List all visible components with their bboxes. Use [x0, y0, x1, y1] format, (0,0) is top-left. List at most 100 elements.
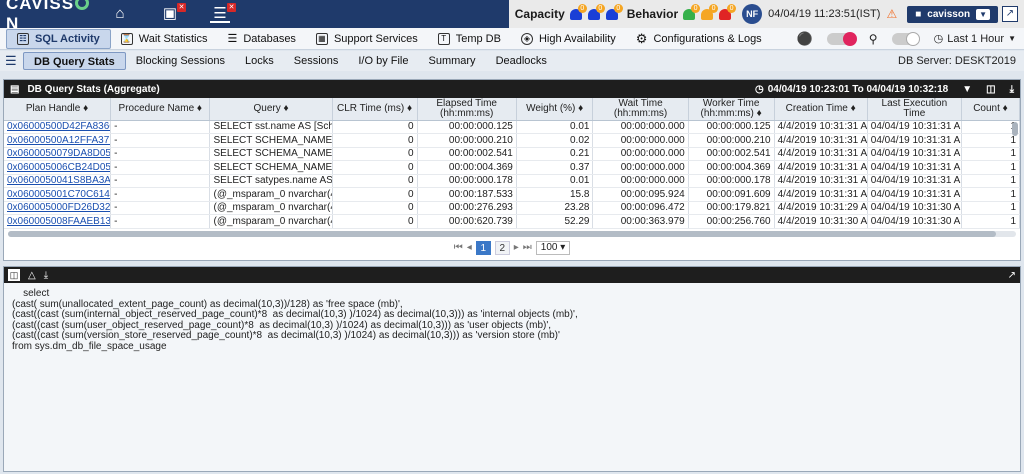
capacity-bell-icon[interactable]: 0 — [605, 4, 623, 22]
user-menu-button[interactable]: ■ cavisson ▼ — [907, 5, 998, 23]
menu-icon[interactable]: ☰ — [5, 53, 19, 69]
table-row[interactable]: 0x06000500A12FFA37E0-SELECT SCHEMA_NAME(… — [4, 133, 1021, 148]
database-icon[interactable]: ☰ ✕ — [210, 3, 236, 23]
column-header[interactable]: Last Execution Time — [867, 98, 962, 121]
nav-support-services[interactable]: ▦ Support Services — [306, 29, 428, 49]
filter-icon[interactable]: ▼ — [962, 84, 972, 95]
download-icon[interactable]: ⤓ — [44, 270, 48, 281]
table-row[interactable]: 0x060005008FAAEB1310- (@_msparam_0 nvarch… — [4, 214, 1021, 229]
tab-deadlocks[interactable]: Deadlocks — [486, 52, 557, 70]
tab-summary[interactable]: Summary — [419, 52, 486, 70]
plan-tree-icon[interactable]: △ — [28, 270, 36, 281]
nav-configurations-logs[interactable]: ⚙ Configurations & Logs — [626, 29, 772, 49]
column-header[interactable]: Query ♦ — [209, 98, 333, 121]
first-page-button[interactable]: ⏮ — [454, 242, 463, 253]
table-cell: 00:00:363.979 — [592, 214, 689, 229]
behavior-bell-icon[interactable]: 0 — [682, 4, 701, 22]
tab-io-by-file[interactable]: I/O by File — [348, 52, 418, 70]
table-row[interactable]: 0x06000500D42FA83660- SELECT sst.name AS … — [4, 120, 1021, 134]
tab-sessions[interactable]: Sessions — [284, 52, 349, 70]
behavior-bell-icon[interactable]: 0 — [700, 4, 719, 22]
table-cell: 00:00:000.000 — [592, 174, 689, 188]
plan-handle-link[interactable]: 0x060005008FAAEB1310 — [4, 214, 112, 229]
table-cell: 00:00:004.369 — [688, 160, 775, 175]
columns-icon[interactable]: ◫ — [986, 84, 995, 95]
table-row[interactable]: 0x060005006CB24D0540-SELECT SCHEMA_NAME(… — [4, 160, 1021, 175]
expand-icon[interactable]: ↗ — [1002, 6, 1018, 22]
capacity-bell-icon[interactable]: 0 — [587, 4, 605, 22]
pagination: ⏮ ◂ 1 2 ▸ ⏭ 100 ▾ — [4, 240, 1020, 255]
plan-handle-link[interactable]: 0x060005000FD26D3221 — [4, 201, 112, 215]
table-cell: SELECT SCHEMA_NAME(s.sc — [209, 160, 333, 175]
plan-handle-link[interactable]: 0x060005001C70C61490 — [4, 187, 112, 202]
nav-temp-db[interactable]: T Temp DB — [428, 29, 511, 49]
download-icon[interactable]: ⤓ — [1010, 84, 1014, 95]
table-row[interactable]: 0x0600050041S8BA3A90- SELECT satypes.name… — [4, 174, 1021, 188]
column-header[interactable]: Plan Handle ♦ — [4, 98, 112, 121]
alert-indicator-icon[interactable]: ⚠ — [886, 7, 897, 21]
capacity-bell-icon[interactable]: 0 — [569, 4, 587, 22]
table-row[interactable]: 0x060005000FD26D3221- (@_msparam_0 nvarch… — [4, 201, 1021, 215]
nav-high-availability[interactable]: ◈ High Availability — [511, 29, 626, 49]
horizontal-scrollbar[interactable] — [8, 230, 1016, 237]
table-row[interactable]: 0x0600050079DA8D05E0-SELECT SCHEMA_NAME(… — [4, 147, 1021, 161]
database-icon: ☰ — [227, 33, 238, 45]
table-row[interactable]: 0x060005001C70C61490- (@_msparam_0 nvarch… — [4, 187, 1021, 202]
plan-handle-link[interactable]: 0x060005006CB24D0540 — [4, 160, 112, 175]
last-page-button[interactable]: ⏭ — [523, 242, 532, 253]
table-cell: 00:00:000.000 — [592, 160, 689, 175]
plan-handle-link[interactable]: 0x0600050041S8BA3A90 — [4, 174, 112, 188]
column-header[interactable]: Procedure Name ♦ — [110, 98, 211, 121]
column-header[interactable]: Wait Time (hh:mm:ms) — [592, 98, 689, 121]
table-cell: 00:00:620.739 — [417, 214, 517, 229]
table-cell: - — [110, 120, 211, 134]
activity-icon: ⚫ — [796, 30, 813, 46]
nav-sql-activity[interactable]: ☷ SQL Activity — [6, 28, 111, 49]
column-header[interactable]: Worker Time (hh:mm:ms) ♦ — [688, 98, 775, 121]
column-header[interactable]: Count ♦ — [961, 98, 1021, 121]
plan-handle-link[interactable]: 0x0600050079DA8D05E0 — [4, 147, 112, 161]
table-cell: SELECT satypes.name AS [Sc — [209, 174, 333, 188]
tab-db-query-stats[interactable]: DB Query Stats — [23, 52, 126, 70]
tab-blocking-sessions[interactable]: Blocking Sessions — [126, 52, 235, 70]
avatar[interactable]: NF — [742, 4, 763, 24]
fullscreen-icon[interactable]: ↗ — [1008, 270, 1016, 281]
page-2-button[interactable]: 2 — [494, 240, 510, 255]
activity-toggle[interactable] — [826, 31, 857, 46]
page-size-select[interactable]: 100 ▾ — [535, 240, 571, 255]
clock-icon: ◷ — [754, 83, 764, 95]
table-cell: - — [110, 160, 211, 175]
gear-icon: ⚙ — [635, 30, 648, 46]
monitor-icon[interactable]: ▣ ✕ — [160, 3, 186, 23]
column-header[interactable]: CLR Time (ms) ♦ — [332, 98, 418, 121]
column-header[interactable]: Elapsed Time (hh:mm:ms) — [417, 98, 517, 121]
column-header[interactable]: Creation Time ♦ — [774, 98, 868, 121]
table-cell: 1 — [961, 147, 1021, 161]
table-cell: 1 — [961, 214, 1021, 229]
plan-handle-link[interactable]: 0x06000500D42FA83660 — [4, 120, 112, 134]
chevron-down-icon: ▼ — [976, 8, 990, 20]
table-cell: - — [110, 201, 211, 215]
document-icon[interactable]: ◫ — [8, 269, 20, 281]
table-cell: 4/4/2019 10:31:29 AM — [774, 201, 868, 215]
query-stats-table: Plan Handle ♦ Procedure Name ♦ Query ♦ CLR … — [4, 98, 1021, 229]
page-1-button[interactable]: 1 — [475, 240, 491, 255]
next-page-button[interactable]: ▸ — [514, 242, 519, 253]
table-cell: 00:00:095.924 — [592, 187, 689, 202]
table-cell: 04/04/19 10:31:31 AM — [867, 160, 962, 175]
vertical-scrollbar[interactable] — [1012, 122, 1018, 136]
home-icon[interactable]: ⌂ — [110, 5, 130, 23]
tab-locks[interactable]: Locks — [235, 52, 284, 70]
column-header[interactable]: Weight (%) ♦ — [516, 98, 594, 121]
nav-databases[interactable]: ☰ Databases — [217, 29, 305, 49]
table-cell: 1 — [961, 187, 1021, 202]
plan-handle-link[interactable]: 0x06000500A12FFA37E0 — [4, 133, 112, 148]
query-text-panel: ◫ △ ⤓ ↗ select (cast( sum(unallocated_ex… — [3, 266, 1021, 472]
table-cell: 00:00:000.000 — [592, 147, 689, 161]
behavior-bell-icon[interactable]: 0 — [718, 4, 737, 22]
nav-wait-statistics[interactable]: ⌛ Wait Statistics — [111, 29, 218, 49]
prev-page-button[interactable]: ◂ — [467, 242, 472, 253]
table-icon: ▤ — [10, 83, 20, 95]
search-toggle[interactable] — [891, 31, 920, 46]
time-range-select[interactable]: ◷ Last 1 Hour ▼ — [934, 32, 1016, 46]
